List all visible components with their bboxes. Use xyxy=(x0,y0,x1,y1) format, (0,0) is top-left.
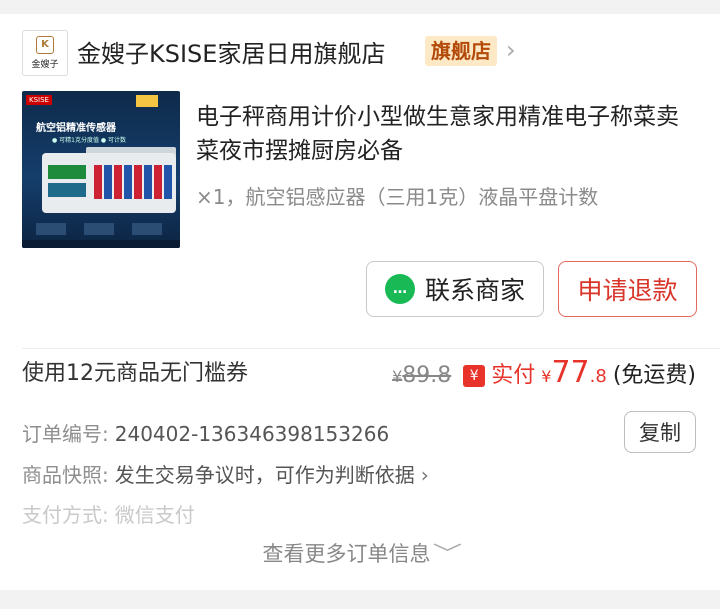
scale-display-graphic xyxy=(48,165,86,179)
original-price-value: 89.8 xyxy=(402,363,452,388)
chevron-right-icon[interactable]: › xyxy=(506,36,516,64)
product-title[interactable]: 电子秤商用计价小型做生意家用精准电子称菜卖菜夜市摆摊厨房必备 xyxy=(196,100,696,168)
scale-display-graphic xyxy=(48,183,86,197)
paid-amount-decimal: .8 xyxy=(589,366,607,387)
order-number-row: 订单编号: 240402-136346398153266 xyxy=(22,418,389,447)
product-image-brand: KSISE xyxy=(26,95,52,105)
contact-seller-label: 联系商家 xyxy=(424,276,525,305)
contact-seller-button[interactable]: … 联系商家 xyxy=(366,261,544,317)
order-card: K 金嫂子 金嫂子KSISE家居日用旗舰店 旗舰店 › KSISE 航空铝精准传… xyxy=(0,14,720,590)
payment-method-value: 微信支付 xyxy=(114,503,195,527)
shop-logo[interactable]: K 金嫂子 xyxy=(22,30,68,76)
original-price: ¥89.8 xyxy=(392,363,451,388)
snapshot-row[interactable]: 商品快照: 发生交易争议时，可作为判断依据 › xyxy=(22,459,429,488)
payment-method-row: 支付方式: 微信支付 xyxy=(22,499,195,528)
original-price-symbol: ¥ xyxy=(392,367,403,386)
payment-yuan-icon: ¥ xyxy=(463,365,486,387)
divider xyxy=(22,348,720,349)
coupon-text: 使用12元商品无门槛券 xyxy=(22,361,248,386)
chevron-right-icon: › xyxy=(420,463,429,487)
flagship-badge: 旗舰店 xyxy=(425,36,497,66)
snapshot-label: 商品快照: xyxy=(22,463,109,487)
copy-order-number-button[interactable]: 复制 xyxy=(624,411,696,453)
shop-logo-text: 金嫂子 xyxy=(31,60,59,70)
product-image-tag xyxy=(136,95,158,107)
product-image[interactable]: KSISE 航空铝精准传感器 ● 可精1克分度值 ● 可计数 xyxy=(22,91,180,248)
snapshot-value: 发生交易争议时，可作为判断依据 xyxy=(114,463,415,487)
freight-note: (免运费) xyxy=(612,363,696,388)
price-summary: ¥89.8 ¥ 实付 ¥ 77 .8 (免运费) xyxy=(392,355,696,390)
chat-bubble-icon: … xyxy=(384,274,415,304)
request-refund-button[interactable]: 申请退款 xyxy=(558,261,697,317)
paid-label: 实付 xyxy=(491,363,536,388)
image-footer-strip xyxy=(22,240,180,248)
feature-thumb-graphic xyxy=(132,223,162,235)
shop-logo-mark-icon: K xyxy=(36,36,54,54)
payment-method-label: 支付方式: xyxy=(22,503,109,527)
chevron-down-icon: ﹀ xyxy=(432,542,462,566)
product-image-headline: 航空铝精准传感器 xyxy=(36,123,116,134)
more-order-info-link[interactable]: 查看更多订单信息﹀ xyxy=(0,538,720,568)
scale-keypad-graphic xyxy=(94,165,172,199)
feature-thumb-graphic xyxy=(36,223,66,235)
more-order-info-label: 查看更多订单信息 xyxy=(262,542,431,566)
shop-name[interactable]: 金嫂子KSISE家居日用旗舰店 xyxy=(77,34,385,69)
order-number-value: 240402-136346398153266 xyxy=(114,422,390,446)
paid-amount-integer: 77 xyxy=(551,355,590,390)
paid-currency-symbol: ¥ xyxy=(541,367,552,386)
order-number-label: 订单编号: xyxy=(22,422,109,446)
product-image-subtext: ● 可精1克分度值 ● 可计数 xyxy=(52,137,127,144)
feature-thumb-graphic xyxy=(84,223,114,235)
product-spec: ×1，航空铝感应器（三用1克）液晶平盘计数 xyxy=(196,185,599,209)
